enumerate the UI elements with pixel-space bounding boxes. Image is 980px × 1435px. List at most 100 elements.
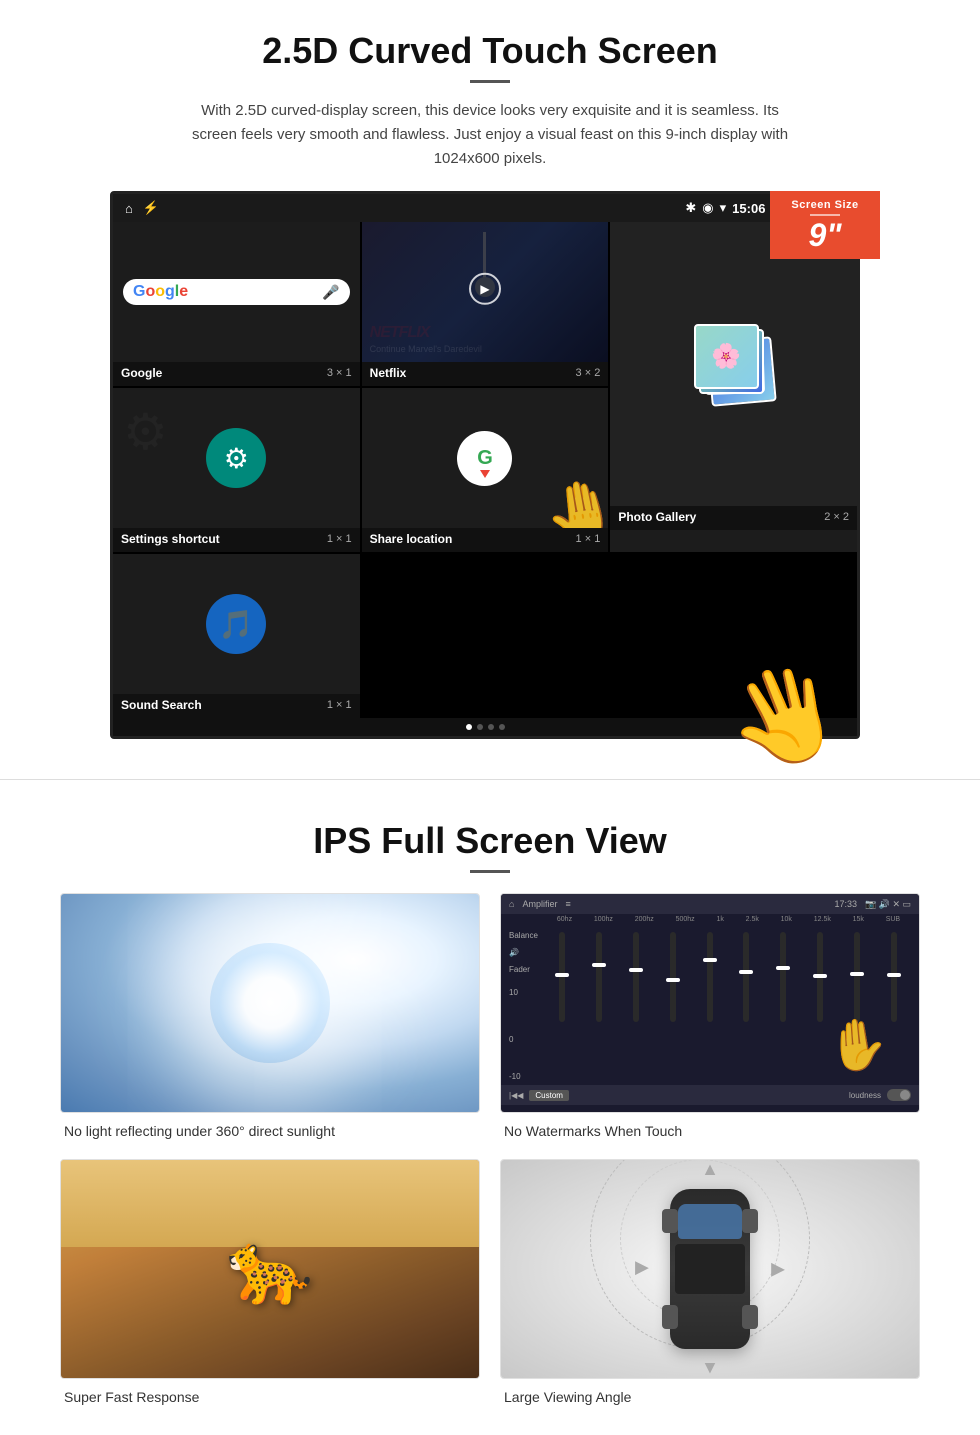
app-cell-settings[interactable]: ⚙ ⚙ Settings shortcut 1 × 1 bbox=[113, 388, 360, 552]
screen-size-badge: Screen Size 9" bbox=[770, 191, 880, 259]
settings-app-name: Settings shortcut bbox=[121, 532, 220, 546]
app-cell-share-location[interactable]: G 🤚 Share location 1 × 1 bbox=[362, 388, 609, 552]
car-body bbox=[670, 1189, 750, 1349]
cheetah-emoji: 🐆 bbox=[226, 1228, 313, 1310]
google-search: Google 🎤 bbox=[113, 259, 360, 325]
location-icon: ◉ bbox=[702, 200, 713, 216]
badge-size: 9" bbox=[784, 219, 866, 251]
eq-bar-8 bbox=[803, 932, 837, 1022]
gallery-bg: 🌸 bbox=[610, 222, 857, 506]
pagination-dots bbox=[113, 718, 857, 736]
microphone-icon: 🎤 bbox=[322, 284, 339, 301]
google-label-row: Google 3 × 1 bbox=[113, 362, 360, 386]
loudness-toggle[interactable] bbox=[887, 1089, 911, 1101]
google-search-bar[interactable]: Google 🎤 bbox=[123, 279, 350, 305]
amplifier-label: No Watermarks When Touch bbox=[500, 1123, 920, 1139]
device-container: Screen Size 9" ⌂ ⚡ ✱ ◉ ▾ 15:06 📷 bbox=[110, 191, 870, 739]
status-bar-left: ⌂ ⚡ bbox=[125, 200, 159, 216]
netflix-app-inner: ▶ NETFLIX Continue Marvel's Daredevil bbox=[362, 222, 609, 362]
car-arrow-bottom: ▲ bbox=[701, 1358, 719, 1379]
app-cell-gallery[interactable]: 🌸 Photo Gallery 2 × 2 bbox=[610, 222, 857, 552]
eq-hand-icon: ✋ bbox=[824, 1013, 891, 1077]
feature-cheetah: 🐆 Super Fast Response bbox=[60, 1159, 480, 1405]
car-wheel-br bbox=[742, 1305, 758, 1329]
share-loc-app-size: 1 × 1 bbox=[576, 533, 601, 545]
eq-bars bbox=[545, 932, 911, 1022]
eq-bar-4 bbox=[656, 932, 690, 1022]
netflix-label-row: Netflix 3 × 2 bbox=[362, 362, 609, 386]
sunlight-visual bbox=[61, 894, 479, 1112]
cheetah-label: Super Fast Response bbox=[60, 1389, 480, 1405]
amp-eq-area: Balance 🔊 Fader 10 0 -10 bbox=[501, 923, 919, 1085]
eq-bar-2 bbox=[582, 932, 616, 1022]
sunlight-image bbox=[60, 893, 480, 1113]
settings-app-size: 1 × 1 bbox=[327, 533, 352, 545]
badge-line bbox=[810, 214, 840, 216]
google-maps-icon: G bbox=[457, 431, 512, 486]
music-note-circle: 🎵 bbox=[206, 594, 266, 654]
car-image: ▲ ▶ ▲ ◀ bbox=[500, 1159, 920, 1379]
amp-freq-labels: 60hz100hz200hz500hz1k2.5k10k12.5k15kSUB bbox=[501, 916, 919, 923]
amp-header: ⌂ Amplifier ≡ 17:33 📷 🔊 ✕ ▭ bbox=[501, 894, 919, 914]
amp-icons: 📷 🔊 ✕ ▭ bbox=[865, 899, 911, 910]
sound-search-app-name: Sound Search bbox=[121, 698, 202, 712]
dot-2 bbox=[477, 724, 483, 730]
amplifier-image: ⌂ Amplifier ≡ 17:33 📷 🔊 ✕ ▭ 60hz100hz200… bbox=[500, 893, 920, 1113]
eq-bar-1 bbox=[545, 932, 579, 1022]
cheetah-visual: 🐆 bbox=[61, 1160, 479, 1378]
sound-bg: 🎵 bbox=[113, 554, 360, 694]
settings-bg: ⚙ ⚙ bbox=[113, 388, 360, 528]
custom-button[interactable]: Custom bbox=[529, 1090, 569, 1101]
car-visual: ▲ ▶ ▲ ◀ bbox=[501, 1160, 919, 1378]
section1-title: 2.5D Curved Touch Screen bbox=[60, 30, 920, 72]
car-windshield bbox=[678, 1204, 742, 1239]
netflix-play-button[interactable]: ▶ bbox=[469, 273, 501, 305]
car-arrow-right: ▶ bbox=[771, 1259, 785, 1280]
settings-circle: ⚙ bbox=[206, 428, 266, 488]
status-time: 15:06 bbox=[732, 201, 765, 216]
amp-prev: |◀◀ bbox=[509, 1091, 523, 1100]
share-location-inner: G 🤚 bbox=[362, 388, 609, 528]
car-arrow-top: ▲ bbox=[701, 1159, 719, 1180]
status-bar: ⌂ ⚡ ✱ ◉ ▾ 15:06 📷 🔊 ✕ ▭ bbox=[113, 194, 857, 222]
eq-bar-6 bbox=[730, 932, 764, 1022]
usb-icon: ⚡ bbox=[143, 200, 159, 216]
section-ips: IPS Full Screen View No light reflecting… bbox=[0, 800, 980, 1435]
gallery-app-name: Photo Gallery bbox=[618, 510, 696, 524]
sound-search-app-size: 1 × 1 bbox=[327, 699, 352, 711]
eq-bar-10 bbox=[877, 932, 911, 1022]
section1-description: With 2.5D curved-display screen, this de… bbox=[190, 99, 790, 171]
gallery-app-inner: 🌸 bbox=[610, 222, 857, 506]
touch-hand-overlay: 🤚 bbox=[538, 471, 608, 528]
sun-glow bbox=[210, 943, 330, 1063]
car-wheel-tr bbox=[742, 1209, 758, 1233]
share-loc-app-name: Share location bbox=[370, 532, 453, 546]
sound-search-label-row: Sound Search 1 × 1 bbox=[113, 694, 360, 718]
section2-title: IPS Full Screen View bbox=[60, 820, 920, 862]
gallery-app-size: 2 × 2 bbox=[824, 511, 849, 523]
app-cell-netflix[interactable]: ▶ NETFLIX Continue Marvel's Daredevil Ne… bbox=[362, 222, 609, 386]
google-app-size: 3 × 1 bbox=[327, 367, 352, 379]
amp-menu-icon: ≡ bbox=[565, 899, 570, 909]
amp-home-icon: ⌂ bbox=[509, 899, 514, 909]
dot-1 bbox=[466, 724, 472, 730]
android-screen: ⌂ ⚡ ✱ ◉ ▾ 15:06 📷 🔊 ✕ ▭ bbox=[110, 191, 860, 739]
settings-app-inner: ⚙ ⚙ bbox=[113, 388, 360, 528]
sunlight-label: No light reflecting under 360° direct su… bbox=[60, 1123, 480, 1139]
photo-card-front: 🌸 bbox=[694, 324, 759, 389]
section-curved-touch: 2.5D Curved Touch Screen With 2.5D curve… bbox=[0, 0, 980, 759]
app-grid: Google 🎤 Google 3 × 1 bbox=[113, 222, 857, 718]
gear-icon: ⚙ bbox=[224, 442, 249, 475]
loudness-label: loudness bbox=[849, 1091, 881, 1100]
google-app-name: Google bbox=[121, 366, 162, 380]
app-cell-sound-search[interactable]: 🎵 Sound Search 1 × 1 bbox=[113, 554, 360, 718]
home-icon: ⌂ bbox=[125, 201, 133, 216]
car-wheel-tl bbox=[662, 1209, 678, 1233]
dot-3 bbox=[488, 724, 494, 730]
eq-bar-5 bbox=[693, 932, 727, 1022]
feature-grid: No light reflecting under 360° direct su… bbox=[60, 893, 920, 1405]
device-wrapper: Screen Size 9" ⌂ ⚡ ✱ ◉ ▾ 15:06 📷 bbox=[60, 191, 920, 739]
app-cell-google[interactable]: Google 🎤 Google 3 × 1 bbox=[113, 222, 360, 386]
google-app-inner: Google 🎤 bbox=[113, 222, 360, 362]
netflix-bg: ▶ NETFLIX Continue Marvel's Daredevil bbox=[362, 222, 609, 362]
